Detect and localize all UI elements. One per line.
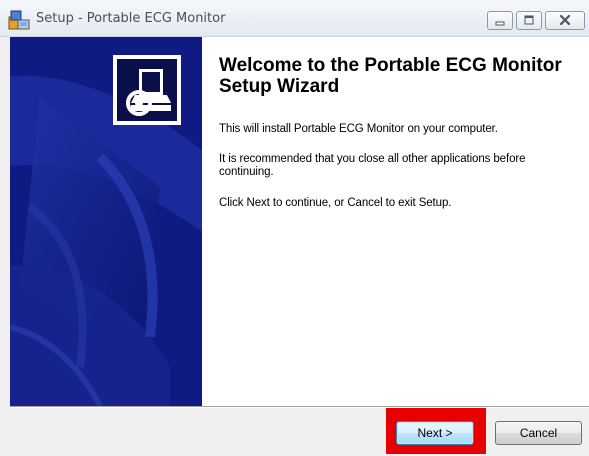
- title-bar[interactable]: Setup - Portable ECG Monitor: [0, 0, 589, 37]
- wizard-content: Welcome to the Portable ECG Monitor Setu…: [10, 37, 589, 406]
- minimize-button[interactable]: [487, 11, 513, 30]
- continue-instructions: Click Next to continue, or Cancel to exi…: [219, 197, 452, 209]
- setup-installer-icon[interactable]: [8, 8, 30, 30]
- wizard-text-panel: Welcome to the Portable ECG Monitor Setu…: [202, 37, 589, 406]
- next-button[interactable]: Next >: [396, 421, 474, 445]
- close-icon: [559, 14, 571, 26]
- close-button[interactable]: [545, 11, 585, 30]
- maximize-icon: [524, 15, 534, 25]
- wizard-banner: [10, 37, 202, 406]
- page-title: Welcome to the Portable ECG Monitor Setu…: [219, 55, 562, 97]
- setup-window: Setup - Portable ECG Monitor Welcome to …: [0, 0, 589, 456]
- install-description: This will install Portable ECG Monitor o…: [219, 123, 498, 135]
- minimize-icon: [495, 21, 505, 26]
- close-apps-recommendation: It is recommended that you close all oth…: [219, 153, 526, 178]
- window-title: Setup - Portable ECG Monitor: [36, 11, 226, 26]
- computer-install-icon: [126, 69, 171, 116]
- wizard-logo: [113, 55, 181, 125]
- maximize-button[interactable]: [516, 11, 542, 30]
- cancel-button[interactable]: Cancel: [495, 421, 582, 445]
